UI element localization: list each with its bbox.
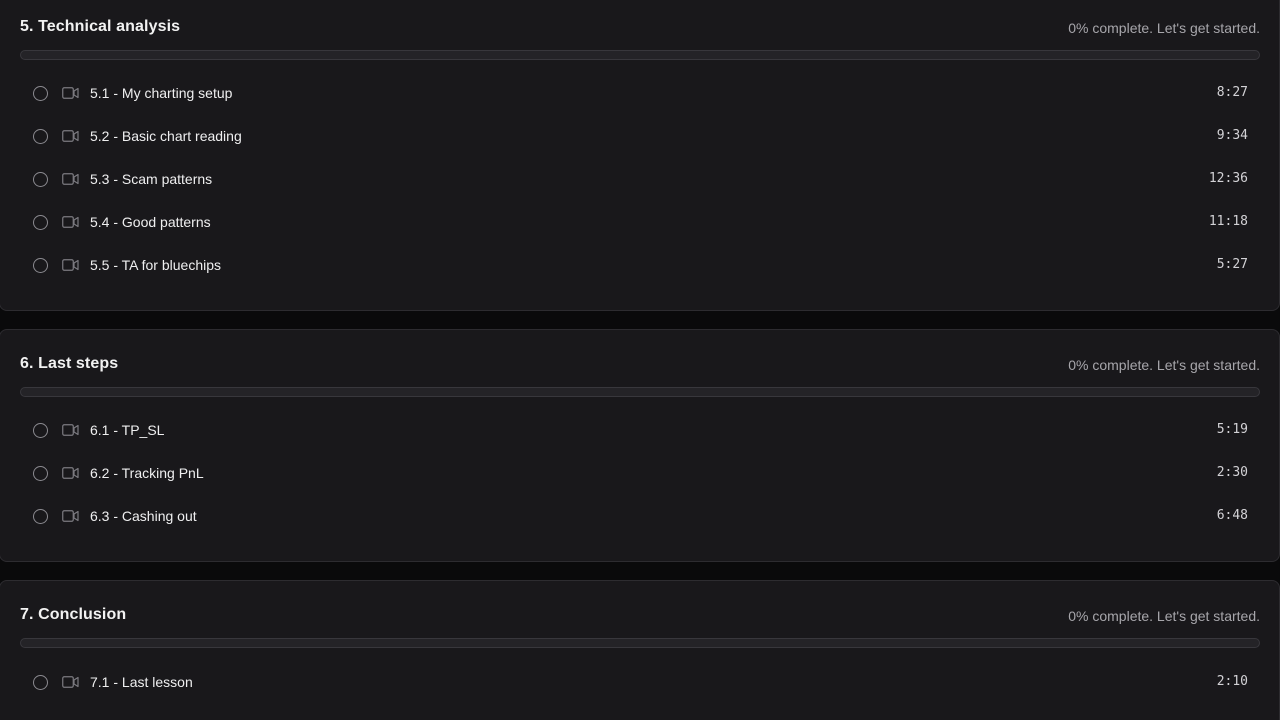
lesson-duration: 5:19 bbox=[1216, 422, 1248, 437]
section-progress-bar bbox=[20, 387, 1260, 397]
section-title: 6. Last steps bbox=[20, 355, 119, 372]
lesson-status-circle-icon[interactable] bbox=[33, 129, 48, 144]
lesson-row[interactable]: 6.1 - TP_SL 5:19 bbox=[20, 411, 1260, 451]
lesson-title: 5.4 - Good patterns bbox=[90, 214, 211, 230]
section-progress-status: 0% complete. Let's get started. bbox=[1068, 608, 1260, 624]
lesson-status-circle-icon[interactable] bbox=[33, 86, 48, 101]
lesson-status-circle-icon[interactable] bbox=[33, 258, 48, 273]
course-section: 5. Technical analysis 0% complete. Let's… bbox=[0, 0, 1280, 311]
lesson-status-circle-icon[interactable] bbox=[33, 423, 48, 438]
lesson-row[interactable]: 5.2 - Basic chart reading 9:34 bbox=[20, 117, 1260, 157]
lesson-row[interactable]: 7.1 - Last lesson 2:10 bbox=[20, 663, 1260, 703]
section-progress-status: 0% complete. Let's get started. bbox=[1068, 20, 1260, 36]
lesson-title: 5.5 - TA for bluechips bbox=[90, 257, 221, 273]
section-header[interactable]: 7. Conclusion 0% complete. Let's get sta… bbox=[20, 581, 1260, 633]
course-section: 6. Last steps 0% complete. Let's get sta… bbox=[0, 329, 1280, 562]
video-icon bbox=[62, 510, 79, 522]
lesson-duration: 6:48 bbox=[1216, 508, 1248, 523]
course-section: 7. Conclusion 0% complete. Let's get sta… bbox=[0, 580, 1280, 720]
section-progress-bar bbox=[20, 638, 1260, 648]
section-header[interactable]: 6. Last steps 0% complete. Let's get sta… bbox=[20, 330, 1260, 382]
lesson-row[interactable]: 6.3 - Cashing out 6:48 bbox=[20, 497, 1260, 537]
lesson-row[interactable]: 6.2 - Tracking PnL 2:30 bbox=[20, 454, 1260, 494]
lesson-duration: 11:18 bbox=[1208, 214, 1248, 229]
lesson-status-circle-icon[interactable] bbox=[33, 466, 48, 481]
lesson-duration: 12:36 bbox=[1208, 171, 1248, 186]
section-title: 5. Technical analysis bbox=[20, 18, 181, 35]
video-icon bbox=[62, 424, 79, 436]
video-icon bbox=[62, 130, 79, 142]
video-icon bbox=[62, 467, 79, 479]
video-icon bbox=[62, 216, 79, 228]
lesson-title: 5.1 - My charting setup bbox=[90, 85, 233, 101]
lesson-status-circle-icon[interactable] bbox=[33, 675, 48, 690]
lesson-title: 7.1 - Last lesson bbox=[90, 674, 193, 690]
lesson-duration: 2:30 bbox=[1216, 465, 1248, 480]
lesson-duration: 8:27 bbox=[1216, 85, 1248, 100]
lesson-title: 6.1 - TP_SL bbox=[90, 422, 165, 438]
lesson-status-circle-icon[interactable] bbox=[33, 215, 48, 230]
lesson-duration: 2:10 bbox=[1216, 674, 1248, 689]
section-header[interactable]: 5. Technical analysis 0% complete. Let's… bbox=[20, 0, 1260, 36]
section-progress-bar bbox=[20, 50, 1260, 60]
lesson-row[interactable]: 5.3 - Scam patterns 12:36 bbox=[20, 160, 1260, 200]
lesson-status-circle-icon[interactable] bbox=[33, 172, 48, 187]
lesson-duration: 5:27 bbox=[1216, 257, 1248, 272]
course-outline: 5. Technical analysis 0% complete. Let's… bbox=[0, 0, 1280, 720]
lesson-row[interactable]: 5.1 - My charting setup 8:27 bbox=[20, 74, 1260, 114]
video-icon bbox=[62, 87, 79, 99]
section-progress-status: 0% complete. Let's get started. bbox=[1068, 357, 1260, 373]
lesson-duration: 9:34 bbox=[1216, 128, 1248, 143]
lesson-title: 5.3 - Scam patterns bbox=[90, 171, 213, 187]
video-icon bbox=[62, 173, 79, 185]
video-icon bbox=[62, 259, 79, 271]
video-icon bbox=[62, 676, 79, 688]
lesson-row[interactable]: 5.4 - Good patterns 11:18 bbox=[20, 203, 1260, 243]
lesson-title: 5.2 - Basic chart reading bbox=[90, 128, 242, 144]
lesson-title: 6.2 - Tracking PnL bbox=[90, 465, 204, 481]
lesson-title: 6.3 - Cashing out bbox=[90, 508, 197, 524]
lesson-status-circle-icon[interactable] bbox=[33, 509, 48, 524]
lesson-row[interactable]: 5.5 - TA for bluechips 5:27 bbox=[20, 246, 1260, 286]
section-title: 7. Conclusion bbox=[20, 606, 127, 623]
